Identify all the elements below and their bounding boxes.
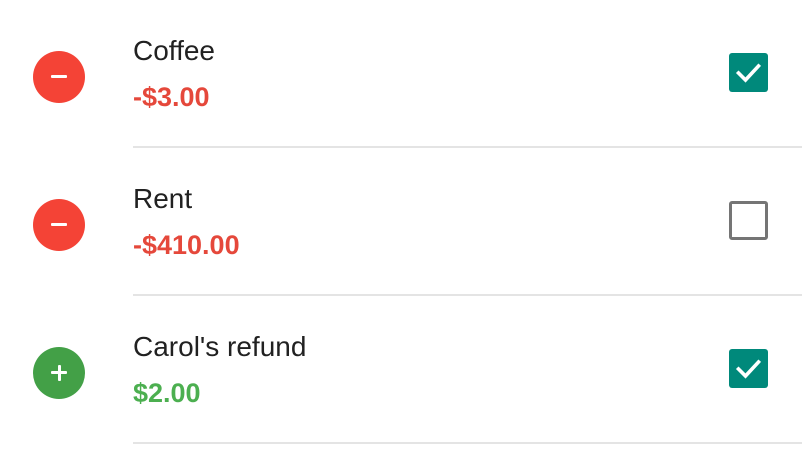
list-item[interactable]: Carol's refund $2.00 bbox=[0, 296, 802, 444]
list-item[interactable]: Coffee -$3.00 bbox=[0, 0, 802, 148]
plus-icon bbox=[33, 347, 85, 399]
transaction-amount: -$3.00 bbox=[133, 82, 210, 112]
minus-icon bbox=[33, 199, 85, 251]
transaction-name: Coffee bbox=[133, 35, 215, 66]
transaction-checkbox[interactable] bbox=[729, 201, 768, 240]
divider bbox=[133, 442, 802, 444]
transaction-checkbox[interactable] bbox=[729, 53, 768, 92]
transaction-name: Rent bbox=[133, 183, 193, 214]
transaction-amount: -$410.00 bbox=[133, 230, 240, 260]
checkmark-icon bbox=[735, 359, 762, 379]
list-item[interactable]: Rent -$410.00 bbox=[0, 148, 802, 296]
checkmark-icon bbox=[735, 63, 762, 83]
transaction-name: Carol's refund bbox=[133, 331, 307, 362]
minus-icon bbox=[33, 51, 85, 103]
transaction-checkbox[interactable] bbox=[729, 349, 768, 388]
transaction-list: Coffee -$3.00 Rent -$410.00 Carol's refu… bbox=[0, 0, 802, 476]
transaction-amount: $2.00 bbox=[133, 378, 201, 408]
